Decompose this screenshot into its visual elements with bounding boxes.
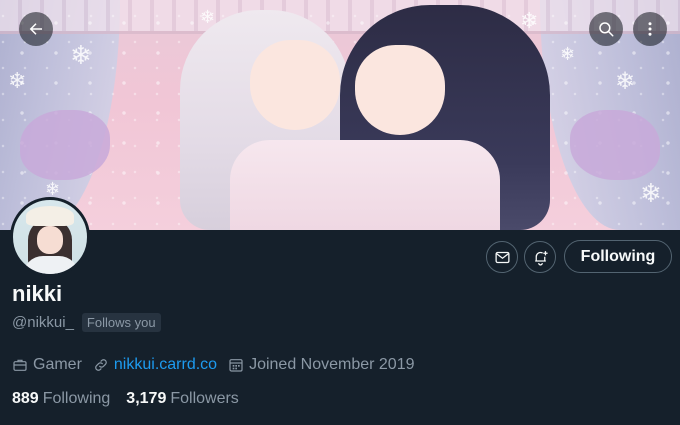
back-button[interactable] — [19, 12, 53, 46]
briefcase-icon — [13, 359, 27, 371]
profile-meta: Gamer nikkui.carrd.co Joined November 20… — [12, 356, 426, 374]
following-count: 889 — [12, 390, 39, 407]
joined-label: Joined November 2019 — [249, 356, 415, 373]
more-vertical-icon — [648, 22, 652, 36]
search-icon — [599, 22, 614, 37]
snowflake-icon: ❄ — [200, 7, 216, 27]
calendar-icon — [229, 359, 243, 372]
display-name: nikki — [12, 281, 63, 306]
banner-dress — [230, 140, 500, 230]
snowflake-icon: ❄ — [45, 179, 61, 199]
category-label: Gamer — [33, 356, 82, 373]
more-button[interactable] — [633, 12, 667, 46]
user-handle: @nikkui_ — [12, 314, 74, 331]
banner-bow-left — [20, 110, 110, 180]
profile-category: Gamer — [12, 356, 82, 374]
bell-plus-icon — [534, 250, 548, 266]
snowflake-icon: ❄ — [8, 68, 27, 93]
banner-character-right-face — [355, 45, 445, 135]
avatar-clothing — [23, 256, 79, 274]
avatar-hat — [26, 206, 74, 226]
follows-you-badge: Follows you — [81, 313, 161, 332]
handle-row: @nikkui_ Follows you — [12, 313, 161, 332]
message-button[interactable] — [486, 241, 518, 273]
mail-icon — [494, 251, 510, 263]
followers-count: 3,179 — [126, 390, 167, 407]
snowflake-icon: ❄ — [640, 178, 662, 208]
avatar-face — [37, 226, 63, 254]
banner-bow-right — [570, 110, 660, 180]
search-button[interactable] — [589, 12, 623, 46]
snowflake-icon: ❄ — [560, 44, 576, 64]
profile-link-text[interactable]: nikkui.carrd.co — [114, 356, 217, 374]
arrow-left-icon — [29, 23, 42, 35]
profile-link[interactable]: nikkui.carrd.co — [93, 356, 217, 374]
banner-character-left-face — [250, 40, 340, 130]
snowflake-icon: ❄ — [70, 40, 92, 70]
snowflake-icon: ❄ — [520, 8, 539, 33]
following-stat[interactable]: 889 Following — [12, 390, 110, 408]
link-icon — [95, 359, 107, 371]
followers-label: Followers — [170, 390, 239, 407]
snowflake-icon: ❄ — [615, 68, 636, 95]
profile-stats: 889 Following 3,179 Followers — [12, 390, 255, 408]
followers-stat[interactable]: 3,179 Followers — [126, 390, 239, 408]
profile-banner[interactable]: ❄ ❄ ❄ ❄ ❄ ❄ ❄ ❄ — [0, 0, 680, 230]
avatar[interactable] — [10, 197, 90, 277]
following-button[interactable]: Following — [564, 240, 672, 273]
following-label: Following — [42, 390, 111, 407]
profile-joined: Joined November 2019 — [228, 356, 415, 374]
notify-button[interactable] — [524, 241, 556, 273]
